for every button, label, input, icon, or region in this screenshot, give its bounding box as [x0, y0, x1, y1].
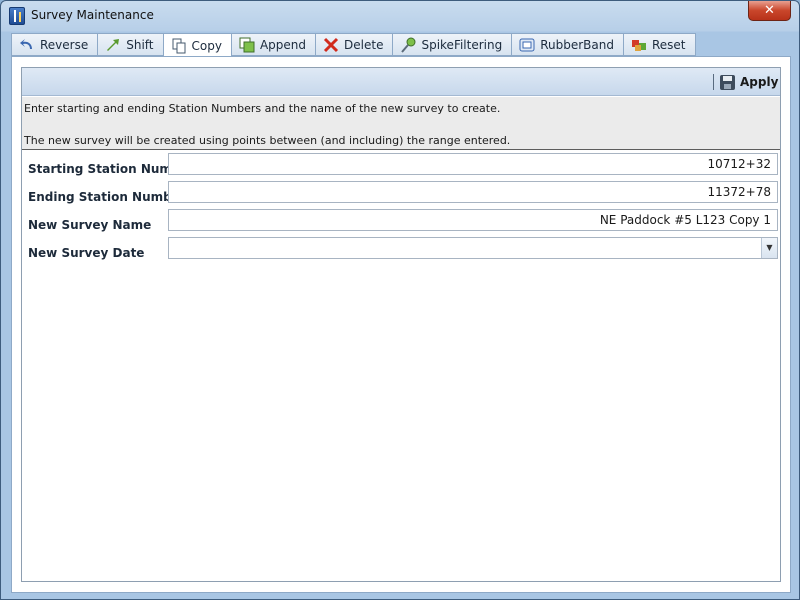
new-survey-date-row: New Survey Date ▼: [22, 237, 780, 261]
save-disk-icon: [720, 74, 735, 90]
tab-label: Copy: [191, 38, 222, 53]
close-button[interactable]: ✕: [748, 1, 791, 21]
tab-label: Append: [259, 37, 307, 52]
tab-label: Reverse: [40, 37, 89, 52]
tab-append[interactable]: Append: [230, 33, 316, 56]
instructions-panel: Enter starting and ending Station Number…: [22, 97, 780, 150]
toolbar: Apply: [22, 68, 780, 96]
tab-label: Reset: [651, 37, 686, 52]
new-survey-name-input[interactable]: NE Paddock #5 L123 Copy 1: [168, 209, 778, 231]
apply-label: Apply: [740, 75, 779, 89]
tab-content-panel: Apply Enter starting and ending Station …: [11, 56, 791, 593]
tab-strip: Reverse Shift Copy Append Delete SpikeFi…: [11, 33, 696, 57]
delete-x-icon: [323, 37, 339, 53]
append-icon: [239, 37, 255, 53]
new-survey-name-label: New Survey Name: [28, 218, 152, 232]
copy-icon: [171, 38, 187, 54]
toolbar-separator: [713, 74, 714, 90]
copy-form-container: Apply Enter starting and ending Station …: [21, 67, 781, 582]
instruction-line-2: The new survey will be created using poi…: [24, 134, 511, 147]
ending-station-input[interactable]: 11372+78: [168, 181, 778, 203]
spike-filter-icon: [400, 37, 416, 53]
ending-station-row: Ending Station Number 11372+78: [22, 181, 780, 205]
tab-label: SpikeFiltering: [421, 37, 503, 52]
new-survey-date-picker[interactable]: ▼: [168, 237, 778, 259]
tab-label: Shift: [126, 37, 154, 52]
tab-reverse[interactable]: Reverse: [11, 33, 98, 56]
apply-button[interactable]: Apply: [720, 73, 778, 91]
tab-rubberband[interactable]: RubberBand: [511, 33, 623, 56]
instruction-line-1: Enter starting and ending Station Number…: [24, 102, 501, 115]
new-survey-name-row: New Survey Name NE Paddock #5 L123 Copy …: [22, 209, 780, 233]
reverse-arrow-icon: [19, 37, 35, 53]
tab-delete[interactable]: Delete: [315, 33, 393, 56]
shift-arrow-icon: [105, 37, 121, 53]
starting-station-row: Starting Station Number 10712+32: [22, 153, 780, 177]
tab-label: Delete: [344, 37, 384, 52]
new-survey-date-label: New Survey Date: [28, 246, 145, 260]
starting-station-input[interactable]: 10712+32: [168, 153, 778, 175]
tab-reset[interactable]: Reset: [622, 33, 696, 56]
chevron-down-icon[interactable]: ▼: [761, 238, 777, 258]
app-icon: [9, 7, 25, 25]
tab-spikefiltering[interactable]: SpikeFiltering: [392, 33, 512, 56]
survey-maintenance-window: Survey Maintenance ✕ Reverse Shift Copy: [0, 0, 800, 600]
title-bar[interactable]: Survey Maintenance ✕: [1, 1, 799, 30]
window-title: Survey Maintenance: [31, 8, 154, 22]
tab-shift[interactable]: Shift: [97, 33, 163, 56]
rubberband-icon: [519, 37, 535, 53]
ending-station-label: Ending Station Number: [28, 190, 186, 204]
tab-copy[interactable]: Copy: [162, 33, 231, 57]
tab-label: RubberBand: [540, 37, 614, 52]
reset-icon: [631, 37, 647, 53]
